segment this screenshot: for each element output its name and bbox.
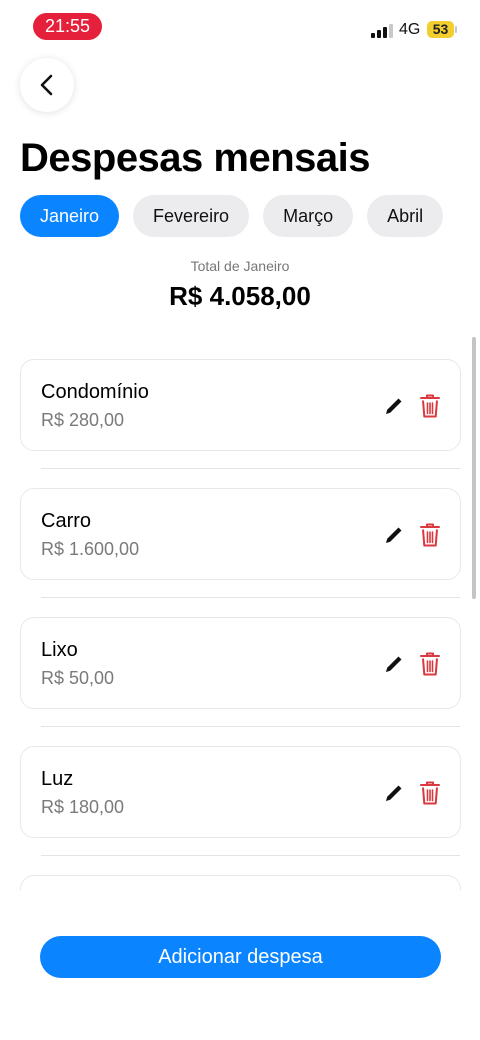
expense-name: Condomínio [41,381,149,403]
expense-amount: R$ 180,00 [41,797,125,817]
month-tabs: Janeiro Fevereiro Março Abril [20,195,444,237]
trash-icon[interactable] [419,780,441,806]
expense-card[interactable]: Luz R$ 180,00 [20,746,461,856]
chevron-left-icon [40,74,53,96]
battery-tip [455,26,457,33]
expense-card[interactable]: Carro R$ 1.600,00 [20,488,461,598]
expense-card[interactable]: Condomínio R$ 280,00 [20,359,461,469]
tab-marco[interactable]: Março [263,195,354,237]
expense-amount: R$ 280,00 [41,410,125,430]
back-button[interactable] [20,58,74,112]
battery-icon: 53 [427,21,454,38]
pencil-icon[interactable] [383,395,405,417]
status-bar: 21:55 4G 53 [0,0,480,52]
expense-amount: R$ 50,00 [41,668,115,688]
trash-icon[interactable] [419,522,441,548]
list-scrollbar[interactable] [472,337,476,599]
tab-abril[interactable]: Abril [367,195,444,237]
expense-list[interactable]: Condomínio R$ 280,00 Carro R$ 1.600,00 L… [20,359,461,899]
status-time: 21:55 [33,13,102,40]
pencil-icon[interactable] [383,653,405,675]
expense-card[interactable]: Lixo R$ 50,00 [20,617,461,727]
expense-name: Luz [41,768,74,790]
battery-level: 53 [432,21,449,37]
expense-name: Carro [41,510,92,532]
trash-icon[interactable] [419,651,441,677]
signal-icon [371,24,393,38]
tab-janeiro[interactable]: Janeiro [20,195,120,237]
page-title: Despesas mensais [20,136,371,180]
total-label: Total de Janeiro [190,258,290,274]
trash-icon[interactable] [419,393,441,419]
expense-amount: R$ 1.600,00 [41,539,140,559]
total-value: R$ 4.058,00 [169,281,311,311]
tab-fevereiro[interactable]: Fevereiro [133,195,250,237]
add-expense-button[interactable]: Adicionar despesa [40,936,441,978]
expense-name: Lixo [41,639,78,661]
pencil-icon[interactable] [383,524,405,546]
pencil-icon[interactable] [383,782,405,804]
network-type: 4G [399,21,421,38]
